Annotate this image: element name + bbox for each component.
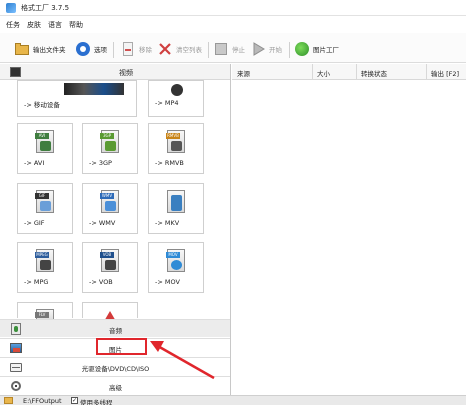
wmv-icon: WMV [100,190,121,214]
tile-label: -> MP4 [155,99,179,107]
tile-label: -> RMVB [155,159,184,167]
folder-icon[interactable] [4,397,13,404]
clear-list-button[interactable]: 清空列表 [157,41,202,57]
column-source[interactable]: 来源 [237,68,250,78]
tile-label: -> MKV [155,219,180,227]
tile-label: -> MOV [155,278,180,286]
menu-language[interactable]: 语言 [48,20,62,30]
3gp-icon: 3GP [100,130,121,154]
mpg-icon: MPEG [35,249,56,273]
remove-label: 移除 [139,46,152,54]
format-tile-vob[interactable]: VOB -> VOB [82,242,138,293]
format-tile-rmvb[interactable]: RMVB -> RMVB [148,123,204,174]
video-category-header[interactable]: 视频 [0,64,230,80]
video-category-label: 视频 [119,69,133,77]
column-divider[interactable] [356,64,357,80]
format-tile-flv[interactable]: FLV [17,302,73,321]
annotation-arrow [150,341,215,380]
tile-label: -> 移动设备 [24,101,60,109]
remove-icon [120,41,136,57]
stop-label: 停止 [232,46,245,54]
menu-help[interactable]: 帮助 [69,20,83,30]
output-path[interactable]: E:\FFOutput [23,397,62,405]
start-button[interactable]: 开始 [250,41,282,57]
window-title: 格式工厂 3.7.5 [21,4,70,12]
menu-task[interactable]: 任务 [6,20,20,30]
rmvb-icon: RMVB [166,130,187,154]
format-tile-mpg[interactable]: MPEG -> MPG [17,242,73,293]
gif-icon: GIF [35,190,56,214]
tile-label: -> GIF [24,219,45,227]
toolbar: 输出文件夹 选项 移除 清空列表 停止 开始 图片工厂 [0,33,466,63]
mobile-devices-icon [64,83,124,95]
clear-list-label: 清空列表 [176,46,202,54]
clear-icon [157,41,173,57]
column-divider[interactable] [312,64,313,80]
title-bar: 格式工厂 3.7.5 [0,0,466,16]
remove-button[interactable]: 移除 [120,41,152,57]
start-label: 开始 [269,46,282,54]
column-size[interactable]: 大小 [317,68,330,78]
menu-bar: 任务 皮肤 语言 帮助 [0,17,466,32]
multithread-checkbox[interactable]: ✓ [71,397,78,404]
format-tile-mobile[interactable]: -> 移动设备 [17,80,137,117]
options-icon [75,41,91,57]
tile-label: -> MPG [24,278,49,286]
format-tile-mov[interactable]: MOV -> MOV [148,242,204,293]
format-tile-wmv[interactable]: WMV -> WMV [82,183,138,234]
options-button[interactable]: 选项 [75,41,107,57]
toolbar-divider [289,42,290,58]
image-category-highlight [96,338,147,355]
task-table-header: 来源 大小 转换状态 输出 [F2] [232,64,466,80]
tile-label: -> AVI [24,159,45,167]
task-list-panel: 来源 大小 转换状态 输出 [F2] [232,64,466,395]
status-bar: E:\FFOutput ✓ 使用多线程 [0,395,466,405]
multithread-label: 使用多线程 [80,399,113,405]
format-tile-gif[interactable]: GIF -> GIF [17,183,73,234]
stop-icon [213,41,229,57]
format-tile-3gp[interactable]: 3GP -> 3GP [82,123,138,174]
mkv-icon [167,190,187,214]
image-factory-label: 图片工厂 [313,46,339,54]
toolbar-divider [208,42,209,58]
vob-icon: VOB [100,249,121,273]
format-tile-avi[interactable]: AVI -> AVI [17,123,73,174]
format-tile-mp4[interactable]: -> MP4 [148,80,204,117]
folder-icon [14,41,30,57]
film-icon [10,67,21,77]
start-icon [250,41,266,57]
mov-icon: MOV [166,249,187,273]
tile-label: -> VOB [89,278,113,286]
column-output[interactable]: 输出 [F2] [431,68,459,78]
app-logo-icon [6,3,16,13]
tile-label: -> WMV [89,219,116,227]
image-factory-button[interactable]: 图片工厂 [294,41,339,57]
menu-skin[interactable]: 皮肤 [27,20,41,30]
tile-label: -> 3GP [89,159,112,167]
stop-button[interactable]: 停止 [213,41,245,57]
output-folder-button[interactable]: 输出文件夹 [14,41,66,57]
column-divider[interactable] [426,64,427,80]
format-tile-mkv[interactable]: -> MKV [148,183,204,234]
format-tile-swf[interactable] [82,302,138,323]
avi-icon: AVI [35,130,56,154]
column-status[interactable]: 转换状态 [361,68,387,78]
image-factory-icon [294,41,310,57]
output-folder-label: 输出文件夹 [33,46,66,54]
toolbar-divider [113,42,114,58]
options-label: 选项 [94,46,107,54]
mp4-icon [171,84,183,96]
